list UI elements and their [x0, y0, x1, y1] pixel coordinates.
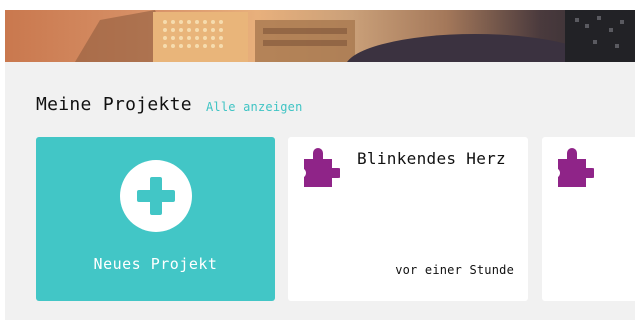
project-card[interactable]: Blinkendes Herz vor einer Stunde — [288, 137, 528, 301]
section-title: Meine Projekte — [36, 94, 192, 115]
hero-banner-image — [5, 10, 635, 62]
see-all-link[interactable]: Alle anzeigen — [206, 100, 303, 114]
project-card[interactable] — [542, 137, 635, 301]
banner-artwork — [75, 10, 635, 62]
new-project-label: Neues Projekt — [93, 255, 218, 273]
project-name: Blinkendes Herz — [357, 149, 506, 168]
new-project-card[interactable]: Neues Projekt — [36, 137, 275, 301]
home-screen: Meine Projekte Alle anzeigen Neues Proje… — [5, 10, 635, 320]
plus-icon — [120, 160, 192, 232]
puzzle-icon — [304, 148, 340, 187]
project-timestamp: vor einer Stunde — [395, 263, 514, 277]
puzzle-icon — [558, 148, 594, 187]
